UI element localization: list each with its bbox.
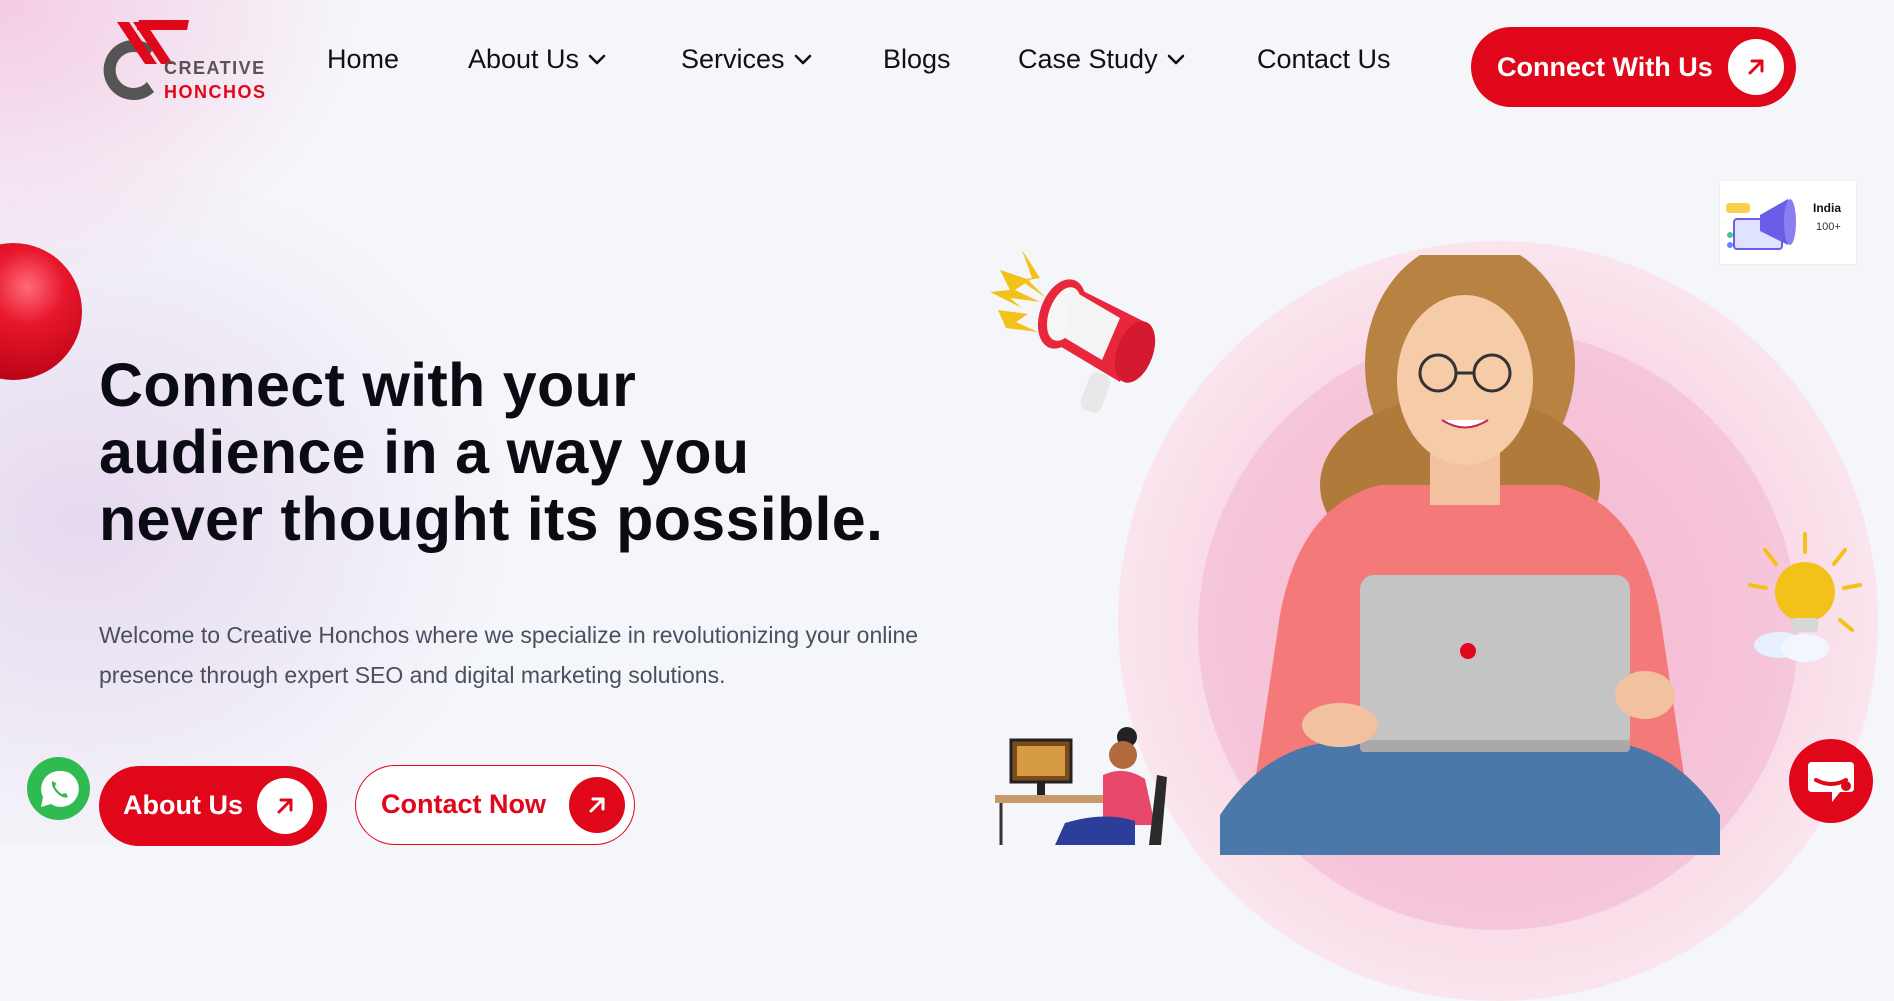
arrow-up-right-icon xyxy=(257,778,313,834)
hero-title-line: Connect with your xyxy=(99,351,637,419)
whatsapp-button[interactable] xyxy=(27,757,90,820)
nav-label: Services xyxy=(681,44,785,74)
nav-item-case-study[interactable]: Case Study xyxy=(1018,44,1186,75)
chat-bubble-icon xyxy=(1808,762,1854,802)
contact-now-button[interactable]: Contact Now xyxy=(355,765,635,845)
nav-item-contact-us[interactable]: Contact Us xyxy=(1257,44,1391,75)
cta-label: Connect With Us xyxy=(1497,51,1713,82)
arrow-up-right-icon xyxy=(569,777,625,833)
designer-at-desk-illustration xyxy=(995,727,1167,845)
about-us-button[interactable]: About Us xyxy=(99,766,327,846)
nav-label: Contact Us xyxy=(1257,44,1391,74)
nav-label: Home xyxy=(327,44,400,74)
chevron-down-icon xyxy=(588,54,606,64)
hero-title-line: audience in a way you xyxy=(99,418,750,486)
badge-country: India xyxy=(1813,201,1842,215)
whatsapp-icon xyxy=(40,770,79,807)
marketing-megaphone-icon xyxy=(1726,199,1796,250)
stats-badge: India 100+ xyxy=(1719,180,1857,265)
chevron-down-icon xyxy=(794,54,811,64)
nav-item-home[interactable]: Home xyxy=(327,44,399,75)
connect-with-us-button[interactable]: Connect With Us xyxy=(1471,27,1796,107)
nav-item-about-us[interactable]: About Us xyxy=(468,44,607,75)
hero-title-line: never thought its possible. xyxy=(99,485,884,553)
logo-text-creative: CREATIVE xyxy=(164,58,266,78)
nav-label: Case Study xyxy=(1018,44,1158,74)
light-bulb-icon xyxy=(1748,532,1862,662)
live-chat-button[interactable] xyxy=(1789,739,1873,823)
site-logo[interactable]: CREATIVE HONCHOS xyxy=(99,20,265,105)
woman-with-laptop-illustration xyxy=(1220,255,1720,855)
megaphone-illustration xyxy=(990,250,1156,413)
logo-text-honchos: HONCHOS xyxy=(164,82,267,102)
contact-now-button-label: Contact Now xyxy=(381,789,546,819)
nav-item-blogs[interactable]: Blogs xyxy=(883,44,951,75)
about-us-button-label: About Us xyxy=(123,790,243,820)
hero-description: Welcome to Creative Honchos where we spe… xyxy=(99,622,919,688)
badge-count: 100+ xyxy=(1816,221,1841,233)
chevron-down-icon xyxy=(1167,54,1184,64)
arrow-up-right-icon xyxy=(1728,39,1784,95)
nav-label: About Us xyxy=(468,44,580,74)
nav-item-services[interactable]: Services xyxy=(681,44,813,75)
hero-title: Connect with your audience in a way you … xyxy=(99,352,999,553)
nav-label: Blogs xyxy=(883,44,951,74)
